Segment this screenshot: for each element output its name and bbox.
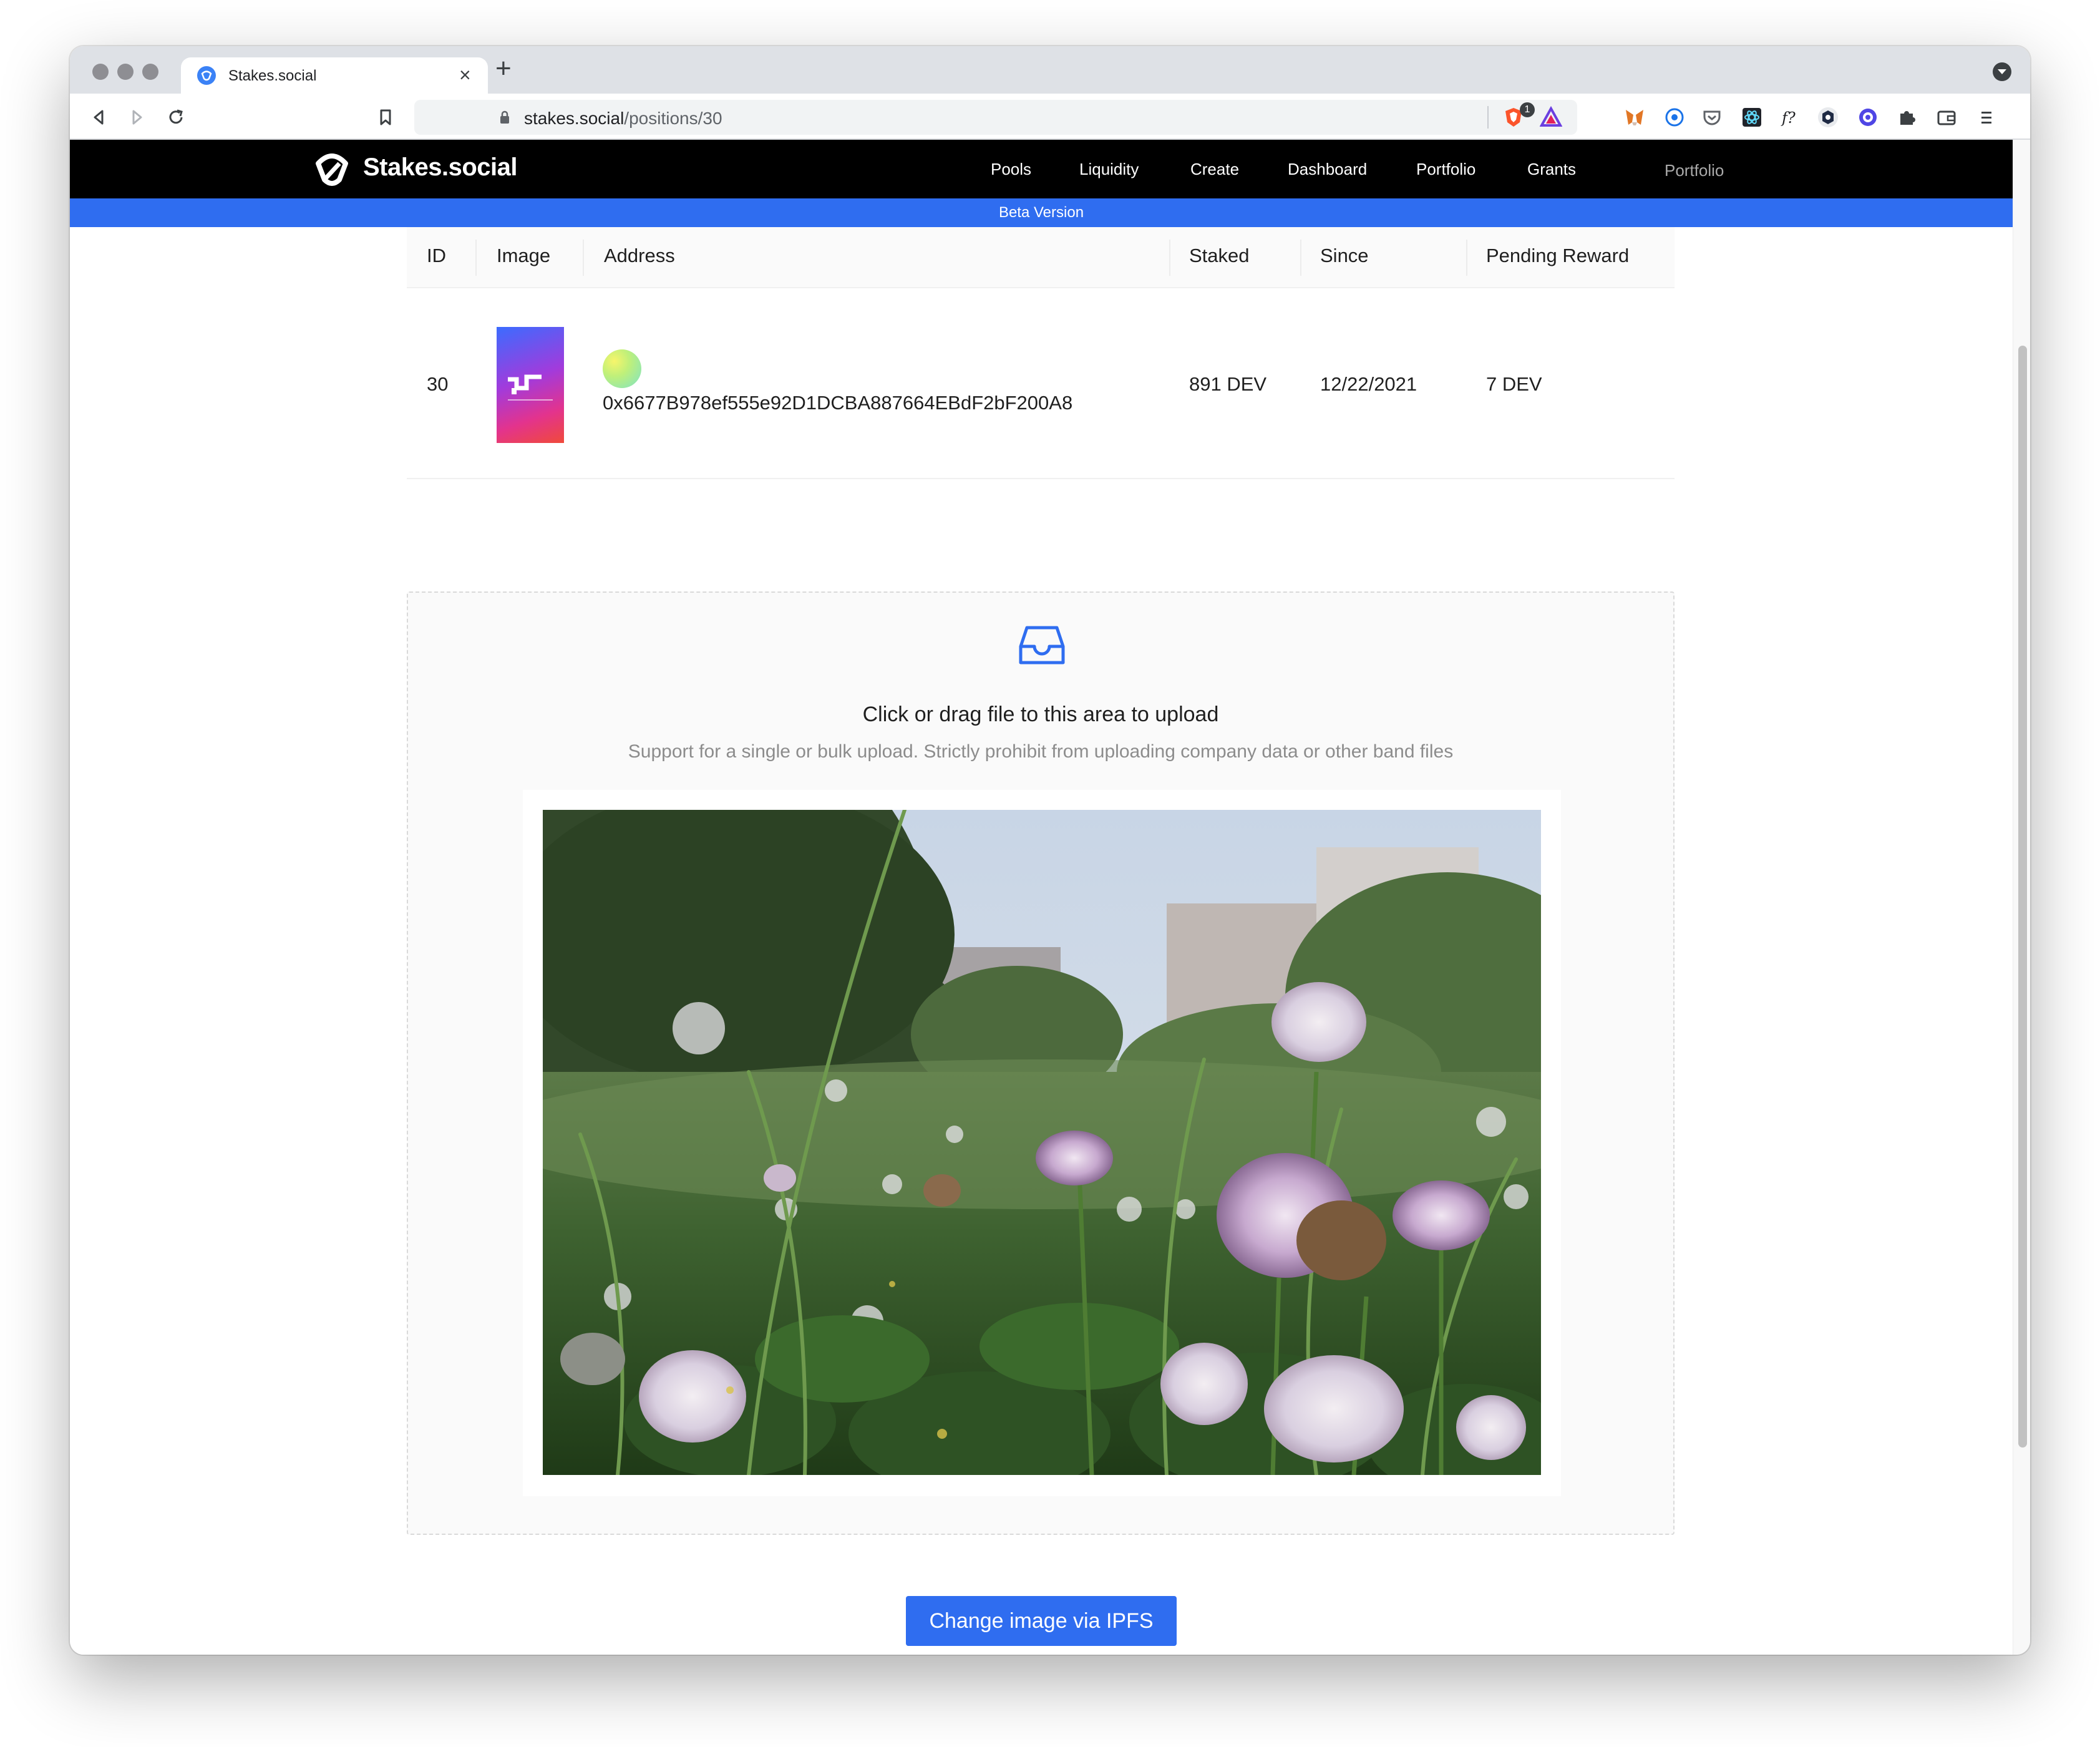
tab-strip: Stakes.social × + <box>70 46 2030 94</box>
nft-glyph-icon <box>508 374 553 401</box>
positions-table: ID Image Address Staked Since Pending Re… <box>407 227 1675 479</box>
upload-dropzone[interactable]: Click or drag file to this area to uploa… <box>407 591 1675 1535</box>
header-id: ID <box>427 245 446 266</box>
browser-window: Stakes.social × + stakes.social/position… <box>70 46 2030 1655</box>
react-devtools-icon[interactable] <box>1741 106 1763 129</box>
wallet-extension-icon[interactable] <box>1857 106 1879 129</box>
row-staked: 891 DEV <box>1189 373 1267 395</box>
new-tab-icon[interactable]: + <box>495 55 512 82</box>
browser-toolbar: stakes.social/positions/30 1 f? <box>70 94 2030 140</box>
clover-photo-preview <box>543 810 1541 1475</box>
site-header: Stakes.social Pools Liquidity Create Das… <box>70 140 2013 198</box>
header-staked: Staked <box>1189 245 1250 266</box>
reload-icon[interactable] <box>163 105 188 130</box>
tab-stakes-social[interactable]: Stakes.social × <box>181 57 488 94</box>
brave-shields-badge: 1 <box>1520 102 1535 117</box>
header-image: Image <box>497 245 551 266</box>
row-id: 30 <box>427 373 449 395</box>
column-divider <box>1169 240 1170 276</box>
zoom-window-button[interactable] <box>142 64 158 80</box>
beta-banner: Beta Version <box>70 198 2013 227</box>
inbox-icon <box>1019 626 1065 664</box>
extensions-puzzle-icon[interactable] <box>1895 106 1918 129</box>
nft-thumbnail[interactable] <box>497 327 564 443</box>
header-pending-reward: Pending Reward <box>1486 245 1630 266</box>
image-preview-card <box>523 790 1561 1496</box>
password-manager-icon[interactable] <box>1663 106 1686 129</box>
page-scrollbar[interactable] <box>2013 140 2030 1655</box>
nav-liquidity[interactable]: Liquidity <box>1079 160 1139 179</box>
brave-rewards-icon[interactable] <box>1540 106 1562 129</box>
row-pending-reward: 7 DEV <box>1486 373 1542 395</box>
address-avatar <box>603 349 641 388</box>
nav-account-portfolio[interactable]: Portfolio <box>1665 161 1724 180</box>
column-divider <box>1466 240 1467 276</box>
wallet-icon[interactable] <box>1935 106 1958 129</box>
nav-pools[interactable]: Pools <box>991 160 1031 179</box>
lock-icon <box>500 110 509 124</box>
bookmark-icon[interactable] <box>373 105 398 130</box>
nav-grants[interactable]: Grants <box>1527 160 1576 179</box>
url-text: stakes.social/positions/30 <box>524 109 722 128</box>
omnibox-divider <box>1487 106 1489 129</box>
close-tab-icon[interactable]: × <box>459 64 471 87</box>
stakes-logo-icon[interactable] <box>312 151 352 187</box>
change-image-ipfs-button[interactable]: Change image via IPFS <box>906 1596 1177 1646</box>
site-favicon-icon <box>197 66 216 85</box>
table-row[interactable]: 30 0x6677B978ef555e92D1DCBA887664EBdF2bF… <box>407 288 1675 479</box>
pocket-icon[interactable] <box>1701 106 1723 129</box>
page-viewport: Stakes.social Pools Liquidity Create Das… <box>70 140 2013 1655</box>
header-since: Since <box>1320 245 1369 266</box>
metamask-icon[interactable] <box>1623 106 1646 129</box>
hexagon-extension-icon[interactable] <box>1817 106 1839 129</box>
minimize-window-button[interactable] <box>117 64 134 80</box>
function-extension-icon[interactable]: f? <box>1778 106 1801 129</box>
svg-text:f?: f? <box>1781 109 1796 127</box>
menu-icon[interactable] <box>1975 106 1998 129</box>
scrollbar-thumb[interactable] <box>2018 346 2027 1448</box>
table-header: ID Image Address Staked Since Pending Re… <box>407 227 1675 288</box>
forward-icon[interactable] <box>125 105 150 130</box>
column-divider <box>583 240 584 276</box>
upload-title: Click or drag file to this area to uploa… <box>862 703 1219 726</box>
nav-create[interactable]: Create <box>1190 160 1239 179</box>
nav-portfolio[interactable]: Portfolio <box>1416 160 1475 179</box>
header-address: Address <box>604 245 675 266</box>
site-logo-text[interactable]: Stakes.social <box>363 153 518 182</box>
nav-dashboard[interactable]: Dashboard <box>1288 160 1367 179</box>
upload-hint: Support for a single or bulk upload. Str… <box>628 741 1454 762</box>
column-divider <box>475 240 477 276</box>
tab-search-icon[interactable] <box>1993 62 2011 81</box>
row-since: 12/22/2021 <box>1320 373 1417 395</box>
column-divider <box>1300 240 1301 276</box>
row-address[interactable]: 0x6677B978ef555e92D1DCBA887664EBdF2bF200… <box>603 392 1072 414</box>
address-bar[interactable]: stakes.social/positions/30 1 <box>414 100 1577 135</box>
close-window-button[interactable] <box>92 64 109 80</box>
tab-title: Stakes.social <box>228 67 317 84</box>
back-icon[interactable] <box>86 105 111 130</box>
